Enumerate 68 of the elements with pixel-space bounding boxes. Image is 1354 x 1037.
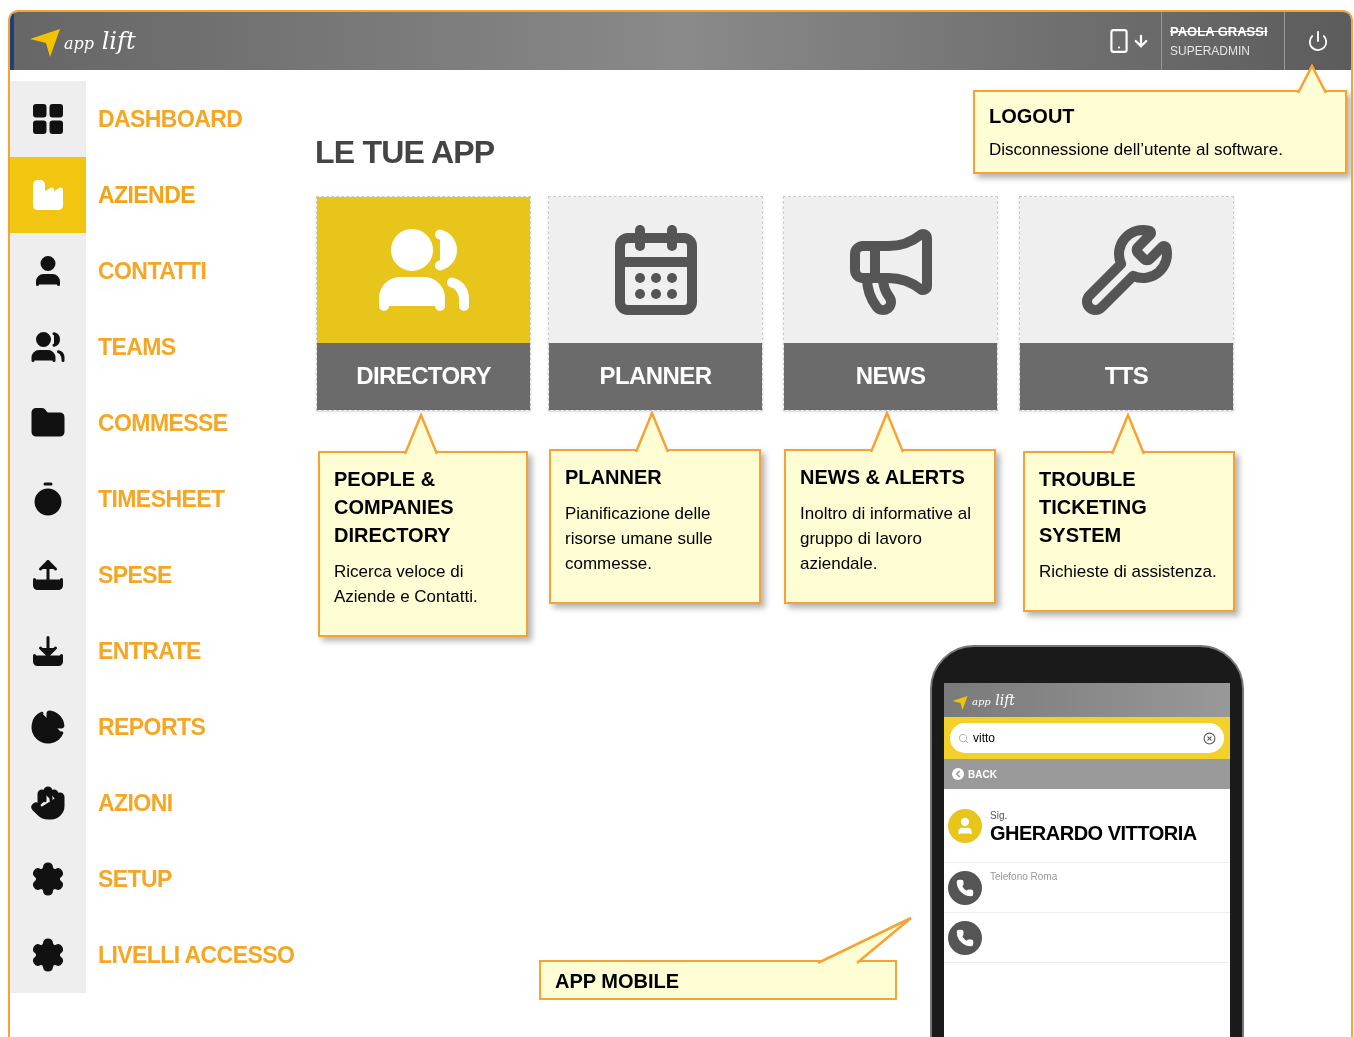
- callout-title: PLANNER: [565, 465, 663, 490]
- app-tile[interactable]: TTS: [1019, 196, 1234, 411]
- page-heading: LE TUE APP: [315, 136, 495, 168]
- app-tile[interactable]: NEWS: [783, 196, 998, 411]
- sidebar-label: TEAMS: [97, 332, 176, 362]
- sidebar-item[interactable]: TIMESHEET: [10, 461, 302, 537]
- arrow-down-icon: [1132, 32, 1150, 50]
- contact-name: GHERARDO VITTORIA: [990, 823, 1197, 843]
- callout-title: NEWS & ALERTS: [800, 465, 966, 490]
- sidebar-label: DASHBOARD: [97, 104, 243, 134]
- back-arrow-icon: [952, 768, 964, 780]
- callout-text: Richieste di assistenza.: [1039, 561, 1218, 583]
- paper-plane-icon: [952, 696, 968, 710]
- search-field[interactable]: vitto: [950, 723, 1224, 753]
- app-tile[interactable]: DIRECTORY: [316, 196, 531, 411]
- pie-chart-icon: [30, 709, 66, 745]
- sidebar-label: LIVELLI ACCESSO: [97, 940, 295, 970]
- callout-title: LOGOUT: [989, 104, 1076, 129]
- sidebar-label: SPESE: [97, 560, 172, 590]
- group-icon: [30, 329, 66, 365]
- sidebar-label: CONTATTI: [97, 256, 207, 286]
- phone-icon: [948, 920, 982, 955]
- logo-text: app lift: [972, 691, 1015, 710]
- factory-icon: [30, 177, 66, 213]
- callout-title: TROUBLE TICKETING SYSTEM: [1039, 467, 1148, 548]
- sidebar-item[interactable]: TEAMS: [10, 309, 302, 385]
- hand-icon: [30, 785, 66, 821]
- clear-icon: [1203, 731, 1216, 745]
- sidebar-item[interactable]: ENTRATE: [10, 613, 302, 689]
- sidebar-item[interactable]: AZIENDE: [10, 157, 302, 233]
- sidebar-label: TIMESHEET: [97, 484, 225, 514]
- back-button[interactable]: BACK: [952, 766, 997, 782]
- sidebar-item[interactable]: LIVELLI ACCESSO: [10, 917, 302, 993]
- phone-label: Telefono Roma: [990, 870, 1058, 884]
- callout-text: Inoltro di informative al gruppo di lavoro aziendale.: [800, 503, 973, 575]
- callout-title: APP MOBILE: [555, 970, 681, 992]
- grid-icon: [30, 101, 66, 137]
- sidebar-label: AZIENDE: [97, 180, 195, 210]
- user-name: PAOLA GRASSI: [1170, 23, 1269, 42]
- sidebar-item[interactable]: SPESE: [10, 537, 302, 613]
- callout-title: PEOPLE & COMPANIES DIRECTORY: [334, 467, 455, 548]
- paper-plane-icon: [30, 29, 60, 57]
- app-tile[interactable]: PLANNER: [548, 196, 763, 411]
- sidebar-item[interactable]: SETUP: [10, 841, 302, 917]
- sidebar-label: AZIONI: [97, 788, 173, 818]
- sidebar-item[interactable]: CONTATTI: [10, 233, 302, 309]
- power-icon: [1307, 30, 1329, 52]
- contact-title: Sig.: [990, 809, 1009, 823]
- callout-text: Ricerca veloce di Aziende e Contatti.: [334, 561, 479, 608]
- sidebar-label: SETUP: [97, 864, 172, 894]
- user-role: SUPERADMIN: [1170, 42, 1251, 60]
- callout-text: Disconnessione dell’utente al software.: [989, 139, 1284, 161]
- download-icon: [30, 633, 66, 669]
- avatar-icon: [948, 808, 982, 843]
- logo-text: app lift: [64, 26, 136, 57]
- user-panel[interactable]: PAOLA GRASSI SUPERADMIN: [1161, 12, 1285, 70]
- phone-icon: [948, 870, 982, 905]
- sidebar-label: ENTRATE: [97, 636, 201, 666]
- sidebar-label: REPORTS: [97, 712, 206, 742]
- sidebar-item[interactable]: COMMESSE: [10, 385, 302, 461]
- sidebar-item[interactable]: REPORTS: [10, 689, 302, 765]
- sidebar-item[interactable]: AZIONI: [10, 765, 302, 841]
- search-value: vitto: [973, 730, 996, 747]
- callout-text: Pianificazione delle risorse umane sulle commesse.: [565, 503, 714, 575]
- sidebar-label: COMMESSE: [97, 408, 228, 438]
- upload-icon: [30, 557, 66, 593]
- sidebar-item[interactable]: DASHBOARD: [10, 81, 302, 157]
- search-icon: [958, 732, 969, 744]
